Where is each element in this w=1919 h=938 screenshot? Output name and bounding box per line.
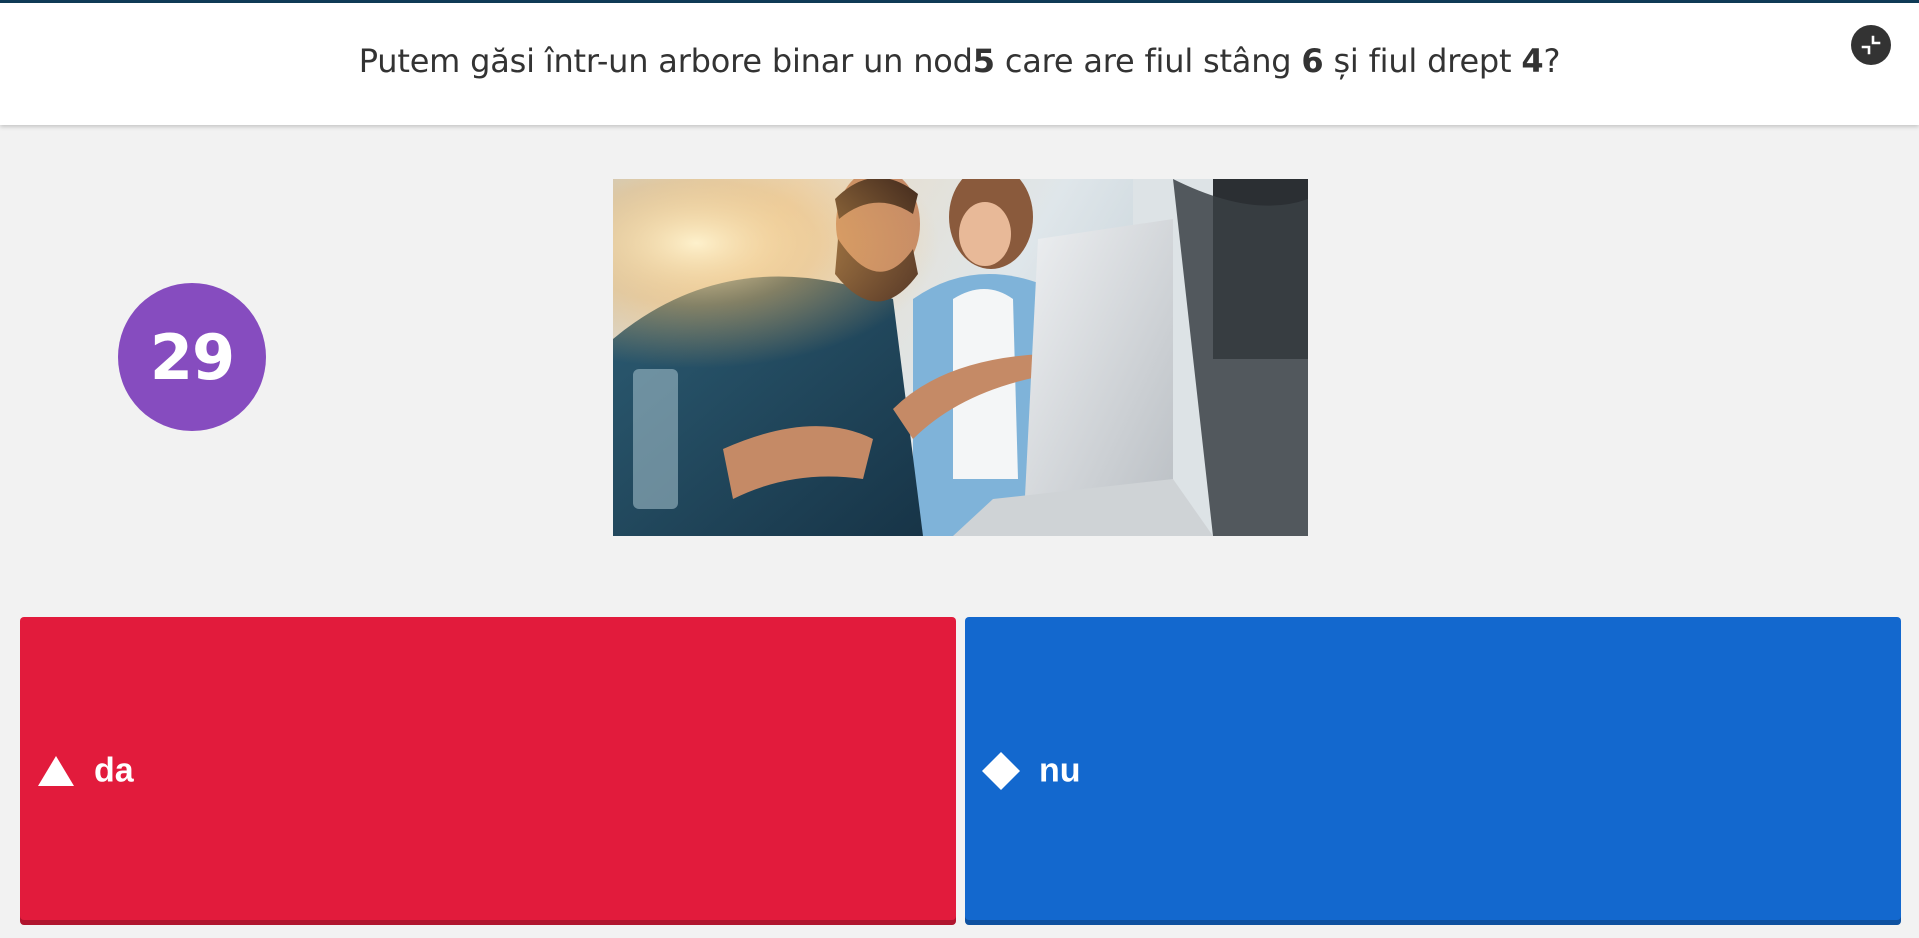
answer-label: nu bbox=[1039, 751, 1081, 790]
answer-shape bbox=[36, 751, 76, 791]
answer-button-da[interactable]: da bbox=[20, 617, 956, 925]
question-part: Putem găsi într-un arbore binar un nod bbox=[358, 42, 973, 80]
question-part: ? bbox=[1543, 42, 1561, 80]
question-part: 5 bbox=[972, 42, 995, 80]
question-part: care are fiul stâng bbox=[994, 42, 1302, 80]
question-header: Putem găsi într-un arbore binar un nod 5… bbox=[0, 3, 1919, 125]
answer-button-nu[interactable]: nu bbox=[965, 617, 1901, 925]
answer-shape bbox=[981, 751, 1021, 791]
question-photo bbox=[613, 179, 1308, 536]
question-title: Putem găsi într-un arbore binar un nod 5… bbox=[0, 0, 1919, 122]
diamond-icon bbox=[982, 752, 1020, 790]
question-image bbox=[613, 179, 1308, 536]
exit-fullscreen-button[interactable] bbox=[1851, 25, 1891, 65]
answer-label: da bbox=[94, 751, 134, 790]
question-part: și fiul drept bbox=[1323, 42, 1522, 80]
triangle-icon bbox=[38, 756, 74, 786]
question-part: 6 bbox=[1301, 42, 1324, 80]
question-part: 4 bbox=[1521, 42, 1544, 80]
question-counter: 29 bbox=[118, 283, 266, 431]
exit-fullscreen-icon bbox=[1861, 35, 1881, 55]
